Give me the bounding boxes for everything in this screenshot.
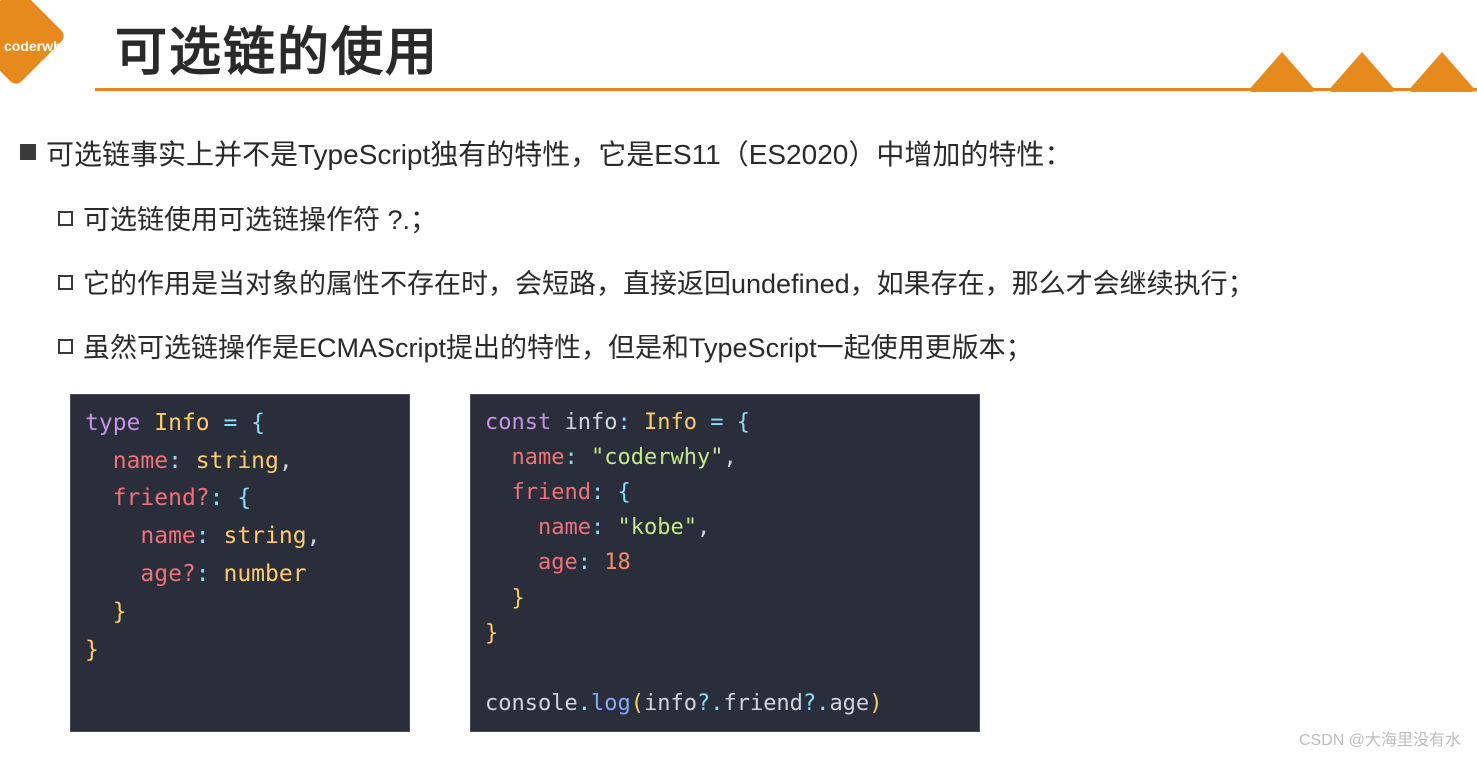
code-prop: age?	[140, 561, 195, 587]
code-prop: name	[140, 523, 195, 549]
code-punct: :	[196, 523, 224, 549]
code-punct: :	[617, 410, 644, 435]
decorative-triangles	[1247, 52, 1477, 92]
code-op: ?.	[803, 691, 830, 716]
square-filled-icon	[20, 144, 36, 160]
logo: coderwhy	[0, 10, 85, 75]
code-var: info	[644, 691, 697, 716]
code-punct: :	[578, 550, 605, 575]
code-punct: (	[631, 691, 644, 716]
bullet-text: 它的作用是当对象的属性不存在时，会短路，直接返回undefined，如果存在，那…	[83, 266, 1255, 304]
code-punct: : {	[591, 480, 631, 505]
code-type: string	[196, 448, 279, 474]
code-punct: :	[168, 448, 196, 474]
code-punct: = {	[697, 410, 750, 435]
code-obj: console	[485, 691, 578, 716]
code-punct: :	[196, 561, 224, 587]
code-op: ?.	[697, 691, 724, 716]
bullet-main: 可选链事实上并不是TypeScript独有的特性，它是ES11（ES2020）中…	[20, 135, 1457, 174]
code-fn: log	[591, 691, 631, 716]
code-var: info	[564, 410, 617, 435]
code-punct: ,	[279, 448, 293, 474]
code-punct: :	[564, 445, 591, 470]
slide-content: 可选链事实上并不是TypeScript独有的特性，它是ES11（ES2020）中…	[0, 95, 1477, 732]
bullet-text: 可选链事实上并不是TypeScript独有的特性，它是ES11（ES2020）中…	[46, 135, 1072, 174]
watermark: CSDN @大海里没有水	[1299, 726, 1461, 750]
code-prop: name	[113, 448, 168, 474]
triangle-icon	[1407, 52, 1477, 92]
square-outline-icon	[58, 211, 73, 226]
bullet-sub: 可选链使用可选链操作符 ?.；	[58, 202, 1457, 240]
bullet-sub: 它的作用是当对象的属性不存在时，会短路，直接返回undefined，如果存在，那…	[58, 266, 1457, 304]
code-punct: : {	[210, 485, 252, 511]
code-prop: friend?	[113, 485, 210, 511]
logo-text: coderwhy	[4, 38, 69, 54]
slide-header: coderwhy 可选链的使用	[0, 0, 1477, 95]
square-outline-icon	[58, 339, 73, 354]
code-type-name: Info	[154, 410, 209, 436]
code-type: string	[223, 523, 306, 549]
code-keyword: const	[485, 410, 551, 435]
code-prop: age	[538, 550, 578, 575]
code-punct: ,	[697, 515, 710, 540]
code-prop: friend	[512, 480, 591, 505]
square-outline-icon	[58, 275, 73, 290]
code-keyword: type	[85, 410, 140, 436]
slide-title: 可选链的使用	[115, 10, 439, 85]
code-type: number	[223, 561, 306, 587]
code-punct: ,	[723, 445, 736, 470]
bullet-sub: 虽然可选链操作是ECMAScript提出的特性，但是和TypeScript一起使…	[58, 330, 1457, 368]
code-number: 18	[604, 550, 631, 575]
code-punct: .	[578, 691, 591, 716]
code-prop: name	[512, 445, 565, 470]
code-brace: }	[485, 621, 498, 646]
code-brace: }	[85, 637, 99, 663]
code-punct: )	[869, 691, 882, 716]
code-block-type-def: type Info = { name: string, friend?: { n…	[70, 394, 410, 733]
bullet-text: 可选链使用可选链操作符 ?.；	[83, 202, 437, 240]
code-punct: ,	[307, 523, 321, 549]
code-string: "coderwhy"	[591, 445, 723, 470]
code-type: Info	[644, 410, 697, 435]
code-block-usage: const info: Info = { name: "coderwhy", f…	[470, 394, 980, 733]
code-string: "kobe"	[617, 515, 696, 540]
code-row: type Info = { name: string, friend?: { n…	[70, 394, 1457, 733]
code-punct: :	[591, 515, 618, 540]
code-prop: friend	[723, 691, 802, 716]
bullet-text: 虽然可选链操作是ECMAScript提出的特性，但是和TypeScript一起使…	[83, 330, 1033, 368]
code-prop: age	[829, 691, 869, 716]
code-brace: }	[512, 586, 525, 611]
code-prop: name	[538, 515, 591, 540]
code-brace: }	[113, 599, 127, 625]
triangle-icon	[1327, 52, 1397, 92]
code-punct: = {	[210, 410, 265, 436]
triangle-icon	[1247, 52, 1317, 92]
